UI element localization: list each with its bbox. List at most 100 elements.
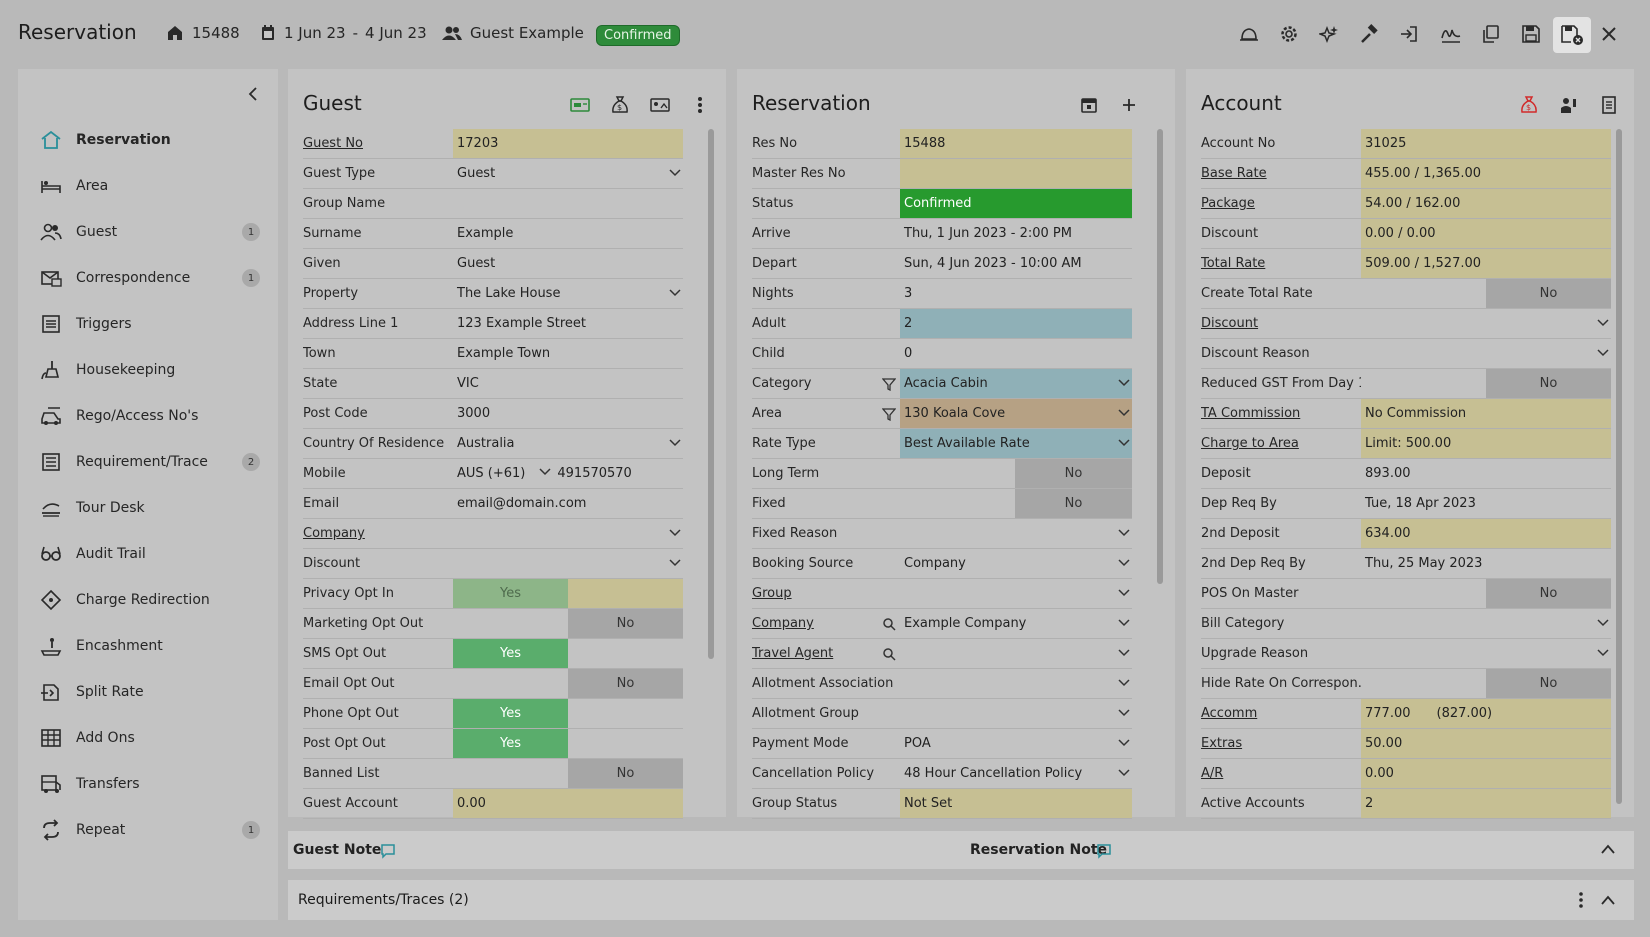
more-vertical-icon[interactable] xyxy=(1578,892,1584,912)
chevron-down-icon[interactable] xyxy=(1118,587,1130,602)
sidebar-item-split-rate[interactable]: Split Rate xyxy=(18,669,278,715)
sidebar-item-area[interactable]: Area xyxy=(18,163,278,209)
chevron-down-icon[interactable] xyxy=(1118,377,1130,392)
field-value[interactable]: 455.00 / 1,365.00 xyxy=(1361,159,1611,188)
signature-icon[interactable] xyxy=(1437,20,1465,48)
field-value[interactable]: Confirmed xyxy=(900,189,1132,218)
chevron-down-icon[interactable] xyxy=(1597,347,1609,362)
field-value[interactable]: 3000 xyxy=(453,399,683,428)
receipt-icon[interactable] xyxy=(1596,92,1622,118)
calendar-add-icon[interactable] xyxy=(1076,92,1102,118)
more-vertical-icon[interactable] xyxy=(687,92,713,118)
field-value[interactable]: No xyxy=(568,759,683,788)
field-value[interactable]: 2 xyxy=(1361,789,1611,818)
sidebar-item-audit-trail[interactable]: Audit Trail xyxy=(18,531,278,577)
sidebar-item-charge-redirection[interactable]: Charge Redirection xyxy=(18,577,278,623)
field-value[interactable]: 3 xyxy=(900,279,1132,308)
chevron-down-icon[interactable] xyxy=(1118,647,1130,662)
sidebar-item-repeat[interactable]: Repeat 1 xyxy=(18,807,278,853)
chevron-down-icon[interactable] xyxy=(1118,767,1130,782)
id-card-icon[interactable] xyxy=(567,92,593,118)
field-value[interactable]: Sun, 4 Jun 2023 - 10:00 AM xyxy=(900,249,1132,278)
chevron-left-icon[interactable] xyxy=(246,87,260,105)
field-label[interactable]: Base Rate xyxy=(1201,166,1361,181)
field-value[interactable] xyxy=(1361,309,1611,338)
chevron-down-icon[interactable] xyxy=(1118,407,1130,422)
account-scrollbar[interactable] xyxy=(1616,129,1622,804)
field-label[interactable]: Package xyxy=(1201,196,1361,211)
chevron-down-icon[interactable] xyxy=(1118,437,1130,452)
field-value[interactable]: 123 Example Street xyxy=(453,309,683,338)
filter-icon[interactable] xyxy=(881,407,897,425)
search-icon[interactable] xyxy=(882,617,896,635)
field-value[interactable]: 777.00 (827.00) xyxy=(1361,699,1611,728)
sidebar-item-requirement-trace[interactable]: Requirement/Trace 2 xyxy=(18,439,278,485)
field-value[interactable]: No xyxy=(568,669,683,698)
field-value[interactable]: 0.00 / 0.00 xyxy=(1361,219,1611,248)
field-label[interactable]: TA Commission xyxy=(1201,406,1361,421)
chevron-down-icon[interactable] xyxy=(1118,527,1130,542)
field-value[interactable]: The Lake House xyxy=(453,279,683,308)
field-value[interactable]: 31025 xyxy=(1361,129,1611,158)
field-value[interactable]: 2 xyxy=(900,309,1132,338)
field-value[interactable]: Yes xyxy=(453,639,568,668)
field-value[interactable]: Yes xyxy=(453,699,568,728)
chevron-down-icon[interactable] xyxy=(669,167,681,182)
sidebar-item-guest[interactable]: Guest 1 xyxy=(18,209,278,255)
money-bag-alert-icon[interactable]: $ xyxy=(1516,92,1542,118)
field-value[interactable]: Best Available Rate xyxy=(900,429,1132,458)
hammer-icon[interactable] xyxy=(1355,20,1383,48)
field-value[interactable]: 634.00 xyxy=(1361,519,1611,548)
guest-scrollbar[interactable] xyxy=(708,129,714,659)
save-icon[interactable] xyxy=(1517,20,1545,48)
chevron-down-icon[interactable] xyxy=(1118,737,1130,752)
bell-icon[interactable] xyxy=(1235,20,1263,48)
field-value[interactable]: 130 Koala Cove xyxy=(900,399,1132,428)
field-value[interactable]: No xyxy=(1486,369,1611,398)
field-value[interactable]: 0 xyxy=(900,339,1132,368)
field-value[interactable]: No xyxy=(1015,459,1132,488)
field-value-empty[interactable] xyxy=(568,579,683,608)
field-value[interactable]: Guest xyxy=(453,159,683,188)
comment-icon[interactable] xyxy=(380,843,396,863)
field-value[interactable]: No xyxy=(568,609,683,638)
field-value[interactable]: Yes xyxy=(453,729,568,758)
chevron-down-icon[interactable] xyxy=(1597,647,1609,662)
field-value[interactable]: Example xyxy=(453,219,683,248)
sidebar-item-correspondence[interactable]: Correspondence 1 xyxy=(18,255,278,301)
sidebar-item-add-ons[interactable]: Add Ons xyxy=(18,715,278,761)
sign-in-icon[interactable] xyxy=(1395,20,1423,48)
field-label[interactable]: Accomm xyxy=(1201,706,1361,721)
field-value[interactable]: Company xyxy=(900,549,1132,578)
field-value[interactable]: Thu, 1 Jun 2023 - 2:00 PM xyxy=(900,219,1132,248)
chevron-down-icon[interactable] xyxy=(1118,557,1130,572)
chevron-up-icon[interactable] xyxy=(1600,843,1616,859)
sidebar-item-rego-access-no-s[interactable]: Rego/Access No's xyxy=(18,393,278,439)
chevron-down-icon[interactable] xyxy=(1597,617,1609,632)
sidebar-item-housekeeping[interactable]: Housekeeping xyxy=(18,347,278,393)
field-label[interactable]: Charge to Area xyxy=(1201,436,1361,451)
field-value[interactable]: VIC xyxy=(453,369,683,398)
chevron-down-icon[interactable] xyxy=(1597,317,1609,332)
field-value[interactable]: Example Town xyxy=(453,339,683,368)
close-icon[interactable] xyxy=(1595,20,1623,48)
chevron-down-icon[interactable] xyxy=(1118,677,1130,692)
filter-icon[interactable] xyxy=(881,377,897,395)
field-value[interactable] xyxy=(900,159,1132,188)
reservation-scrollbar[interactable] xyxy=(1157,129,1163,584)
chevron-down-icon[interactable] xyxy=(1118,617,1130,632)
field-value[interactable] xyxy=(453,549,683,578)
field-value[interactable] xyxy=(1361,609,1611,638)
field-value[interactable]: 893.00 xyxy=(1361,459,1611,488)
field-value[interactable]: 17203 xyxy=(453,129,683,158)
gear-icon[interactable] xyxy=(1275,20,1303,48)
field-value[interactable]: 0.00 xyxy=(1361,759,1611,788)
field-label[interactable]: Total Rate xyxy=(1201,256,1361,271)
field-value[interactable]: Guest xyxy=(453,249,683,278)
field-value[interactable]: 50.00 xyxy=(1361,729,1611,758)
chevron-up-icon[interactable] xyxy=(1600,894,1616,910)
stars-icon[interactable] xyxy=(1315,20,1343,48)
field-value[interactable]: 54.00 / 162.00 xyxy=(1361,189,1611,218)
plus-icon[interactable] xyxy=(1116,92,1142,118)
comment-icon[interactable] xyxy=(1096,843,1112,863)
